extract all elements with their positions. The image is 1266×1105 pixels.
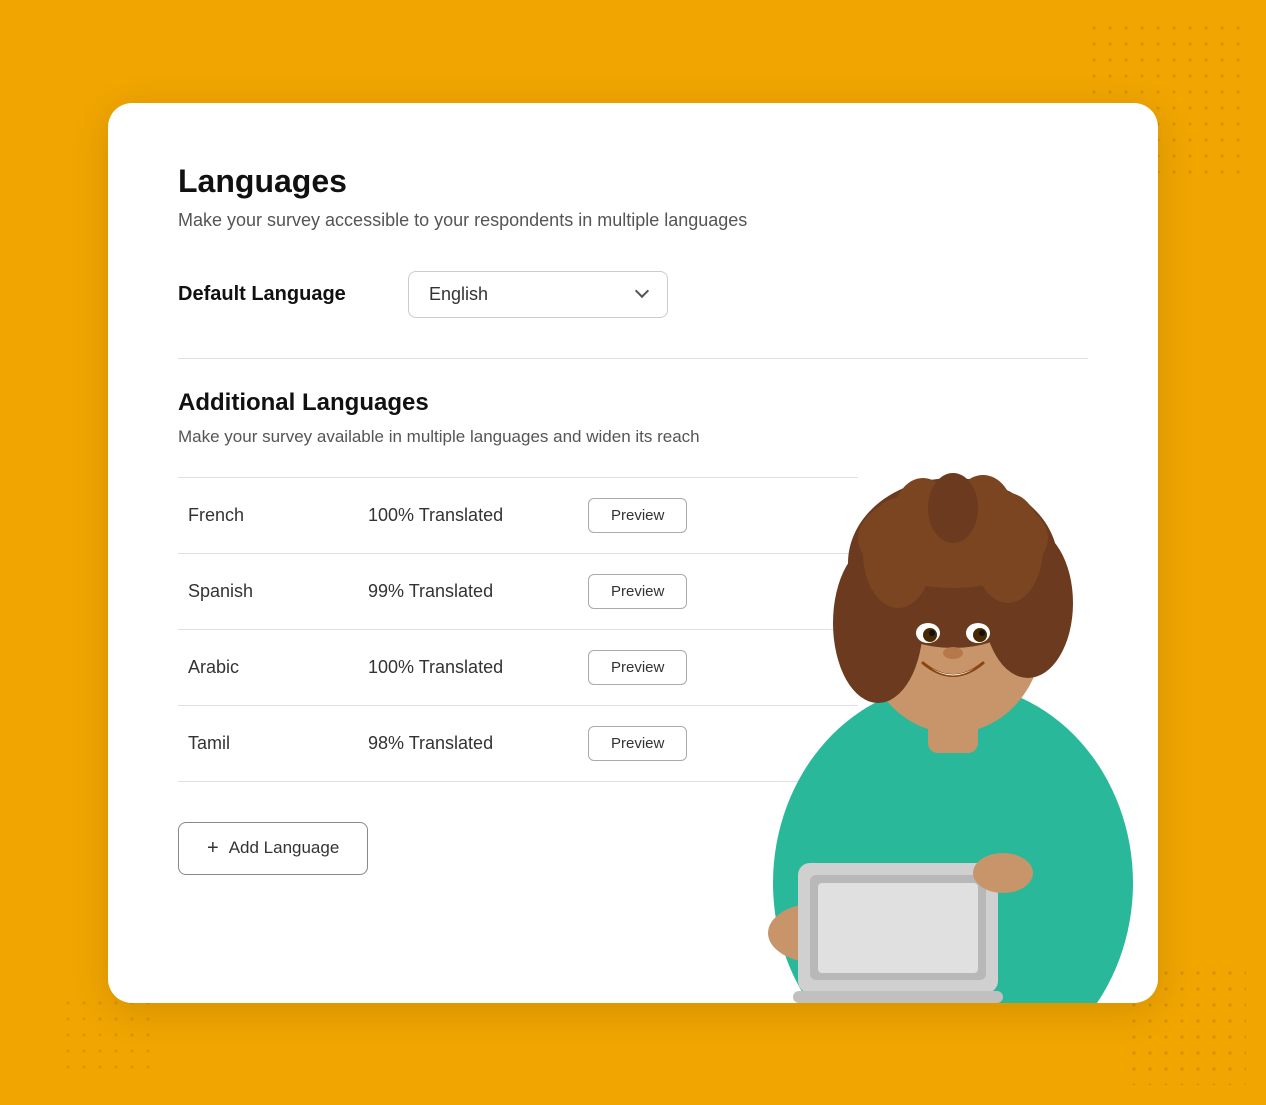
preview-button-cell: Preview xyxy=(578,553,858,629)
language-name: Arabic xyxy=(178,629,358,705)
additional-languages-subtitle: Make your survey available in multiple l… xyxy=(178,427,1088,447)
preview-button-cell: Preview xyxy=(578,477,858,553)
chevron-down-icon xyxy=(635,284,649,298)
dots-pattern-bottom-left xyxy=(60,995,160,1075)
default-language-value: English xyxy=(429,284,488,305)
language-status: 100% Translated xyxy=(358,629,578,705)
add-language-label: Add Language xyxy=(229,838,340,858)
default-language-select[interactable]: English xyxy=(408,271,668,318)
language-status: 98% Translated xyxy=(358,705,578,781)
section-divider xyxy=(178,358,1088,359)
preview-button-cell: Preview xyxy=(578,629,858,705)
language-status: 100% Translated xyxy=(358,477,578,553)
main-card: Languages Make your survey accessible to… xyxy=(108,103,1158,1003)
additional-languages-title: Additional Languages xyxy=(178,389,1088,417)
language-name: Spanish xyxy=(178,553,358,629)
preview-button[interactable]: Preview xyxy=(588,498,687,533)
page-subtitle: Make your survey accessible to your resp… xyxy=(178,210,1088,231)
languages-table: French100% TranslatedPreviewSpanish99% T… xyxy=(178,477,858,782)
table-row: Tamil98% Translated Preview xyxy=(178,705,858,781)
table-row: Spanish99% Translated Preview xyxy=(178,553,858,629)
add-language-button[interactable]: + Add Language xyxy=(178,822,368,875)
plus-icon: + xyxy=(207,837,219,860)
preview-button-cell: Preview xyxy=(578,705,858,781)
page-title: Languages xyxy=(178,163,1088,200)
language-name: French xyxy=(178,477,358,553)
table-row: Arabic100% Translated Preview xyxy=(178,629,858,705)
default-language-label: Default Language xyxy=(178,283,378,306)
language-status: 99% Translated xyxy=(358,553,578,629)
preview-button[interactable]: Preview xyxy=(588,574,687,609)
language-name: Tamil xyxy=(178,705,358,781)
preview-button[interactable]: Preview xyxy=(588,726,687,761)
table-row: French100% Translated Preview xyxy=(178,477,858,553)
default-language-row: Default Language English xyxy=(178,271,1088,318)
preview-button[interactable]: Preview xyxy=(588,650,687,685)
